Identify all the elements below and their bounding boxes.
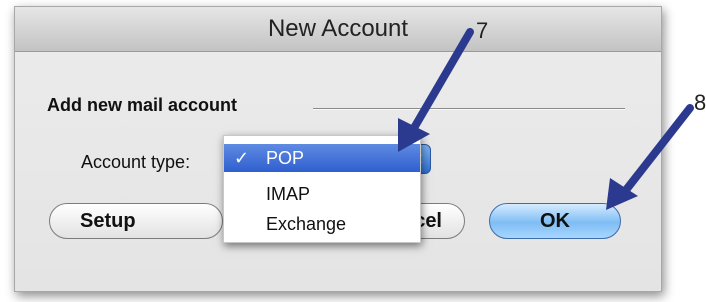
arrow-8-icon xyxy=(606,104,694,210)
callout-7: 7 xyxy=(476,18,489,43)
arrow-7-icon xyxy=(398,28,474,152)
annotation-arrows xyxy=(398,28,694,210)
callout-8: 8 xyxy=(694,90,706,115)
